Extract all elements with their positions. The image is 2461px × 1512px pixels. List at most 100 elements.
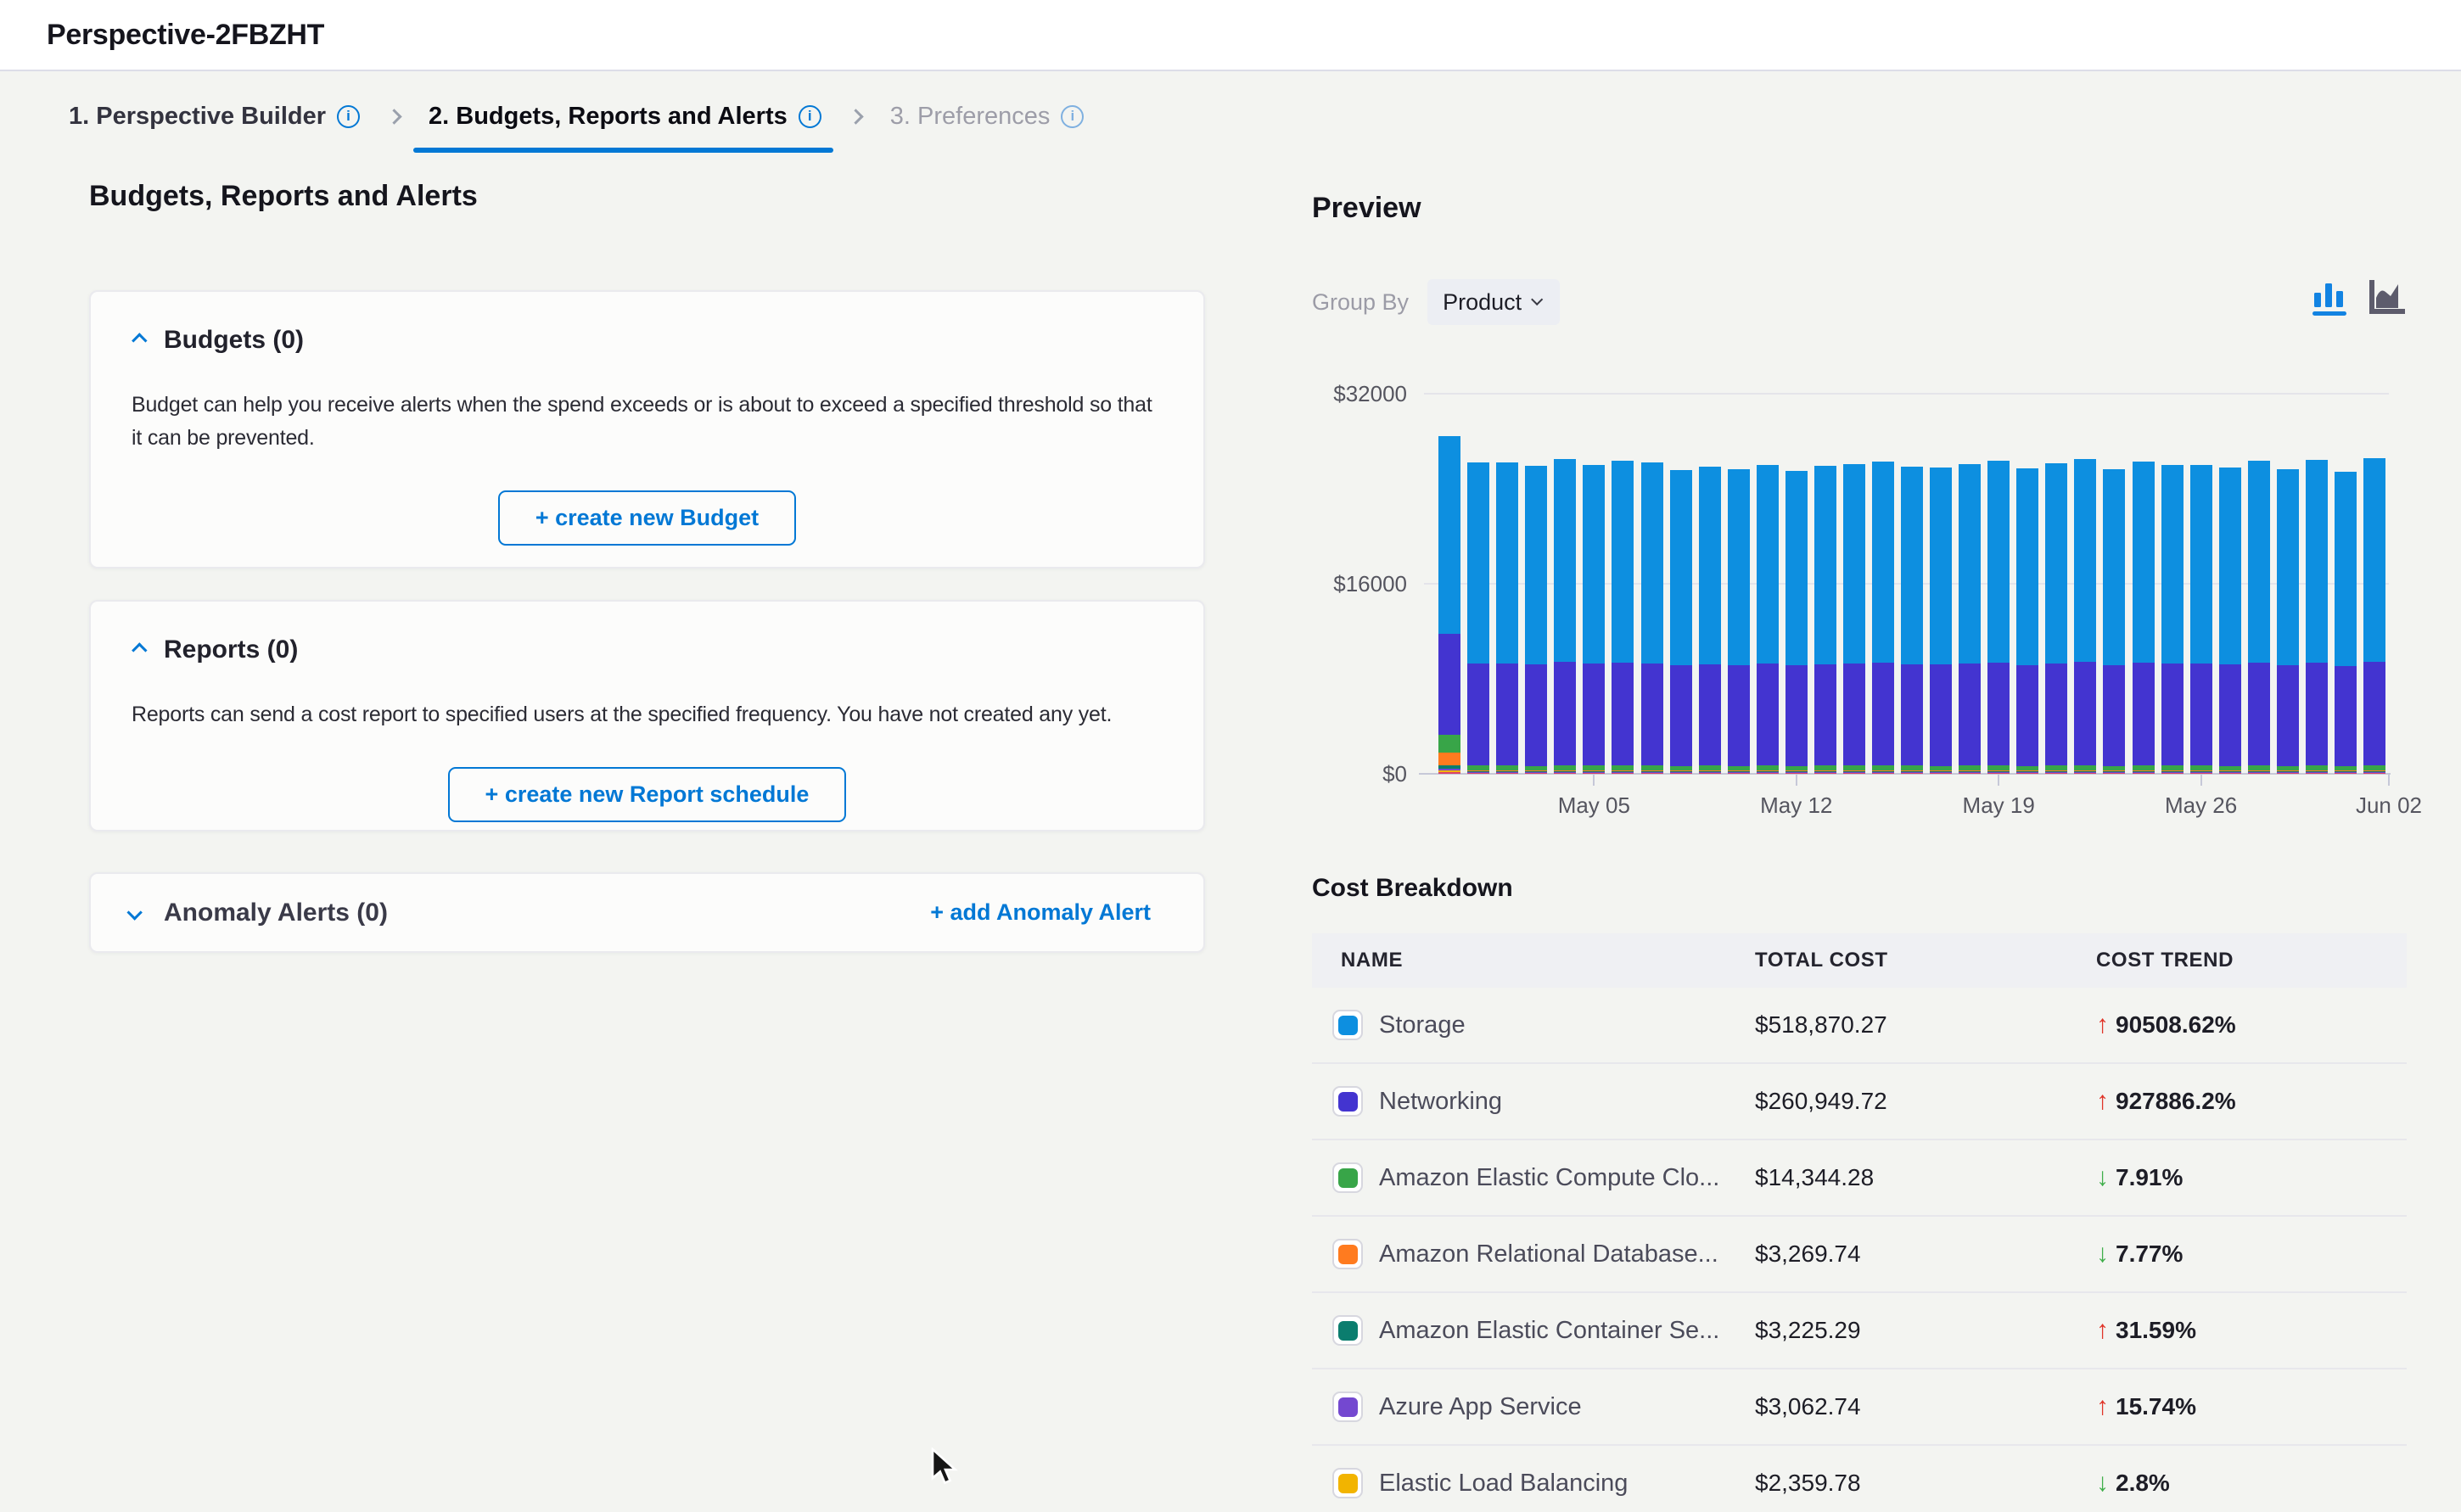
stacked-bar[interactable] <box>2363 458 2385 774</box>
bar-segment-others <box>2161 773 2184 774</box>
bar-segment-others <box>1785 773 1808 774</box>
service-name: Networking <box>1379 1088 1502 1116</box>
table-row[interactable]: Azure App Service$3,062.74↑15.74% <box>1312 1369 2407 1446</box>
bar-segment-others <box>2306 773 2328 774</box>
reports-card-header[interactable]: Reports (0) <box>132 636 1163 664</box>
mouse-cursor <box>928 1448 965 1488</box>
bar-segment-others <box>1959 773 1981 774</box>
trend-value: 2.8% <box>2116 1470 2170 1497</box>
bar-segment-networking <box>1814 664 1836 766</box>
bar-segment-storage <box>1496 462 1518 664</box>
create-budget-button[interactable]: + create new Budget <box>498 490 796 546</box>
stacked-bar[interactable] <box>2219 467 2241 774</box>
trend-up-arrow-icon: ↑ <box>2096 1011 2109 1039</box>
bar-segment-storage <box>2045 463 2067 664</box>
stacked-bar[interactable] <box>2335 472 2357 774</box>
anomaly-alerts-card-header[interactable]: Anomaly Alerts (0) <box>132 899 388 927</box>
info-icon[interactable]: i <box>1061 105 1084 128</box>
bar-segment-networking <box>2045 664 2067 765</box>
stacked-bar[interactable] <box>1438 436 1460 774</box>
chevron-down-icon <box>1535 295 1544 304</box>
bar-chart-icon[interactable] <box>2312 278 2347 317</box>
series-color-swatch <box>1332 1468 1363 1498</box>
bar-segment-storage <box>1438 436 1460 635</box>
x-axis-label: May 26 <box>2133 792 2269 819</box>
bar-segment-storage <box>1785 471 1808 665</box>
stacked-bar[interactable] <box>2161 465 2184 774</box>
stacked-bar[interactable] <box>1930 467 1952 774</box>
stacked-bar[interactable] <box>2016 468 2038 774</box>
stacked-bar[interactable] <box>1728 469 1750 774</box>
info-icon[interactable]: i <box>337 105 360 128</box>
bar-segment-others <box>1814 773 1836 774</box>
cost-trend-cell: ↑15.74% <box>2096 1392 2407 1421</box>
stacked-bar[interactable] <box>1467 462 1489 774</box>
table-row[interactable]: Elastic Load Balancing$2,359.78↓2.8% <box>1312 1446 2407 1512</box>
stacked-bar[interactable] <box>2248 461 2270 774</box>
stacked-bar[interactable] <box>1757 465 1779 774</box>
stacked-bar[interactable] <box>1785 471 1808 774</box>
group-by-select[interactable]: Product <box>1427 279 1560 325</box>
tab-3-preferences[interactable]: 3. Preferencesi <box>890 103 1085 131</box>
stacked-bar[interactable] <box>2133 462 2155 774</box>
stacked-bar[interactable] <box>1525 466 1547 774</box>
stacked-bar[interactable] <box>1814 466 1836 774</box>
x-axis-tick <box>1998 774 1999 786</box>
table-row[interactable]: Amazon Elastic Container Se...$3,225.29↑… <box>1312 1293 2407 1369</box>
stacked-bar[interactable] <box>1872 462 1894 774</box>
total-cost-cell: $518,870.27 <box>1755 1011 2096 1039</box>
stacked-bar[interactable] <box>2103 469 2125 774</box>
stacked-bar[interactable] <box>1641 462 1663 774</box>
y-axis-label: $32000 <box>1312 380 1407 407</box>
stacked-bar[interactable] <box>1699 467 1721 774</box>
cost-trend-cell: ↓2.8% <box>2096 1469 2407 1498</box>
stacked-bar[interactable] <box>2190 465 2212 774</box>
stacked-bar[interactable] <box>1843 464 1865 775</box>
reports-title: Reports (0) <box>164 636 298 664</box>
stacked-bar[interactable] <box>1496 462 1518 774</box>
bar-segment-others <box>1641 773 1663 774</box>
y-axis-label: $16000 <box>1312 570 1407 597</box>
bar-segment-storage <box>1987 461 2010 663</box>
bar-segment-amazon-elastic-compute-cloud <box>1438 735 1460 752</box>
stacked-bar[interactable] <box>2045 463 2067 774</box>
series-color-swatch <box>1332 1392 1363 1422</box>
bar-segment-others <box>1987 773 2010 774</box>
stacked-bar[interactable] <box>1583 465 1605 775</box>
table-row[interactable]: Networking$260,949.72↑927886.2% <box>1312 1064 2407 1140</box>
info-icon[interactable]: i <box>799 105 821 128</box>
add-anomaly-alert-link[interactable]: + add Anomaly Alert <box>930 899 1151 926</box>
create-report-schedule-button[interactable]: + create new Report schedule <box>448 767 847 822</box>
tab-1-perspective-builder[interactable]: 1. Perspective Builderi <box>69 103 360 131</box>
bar-segment-storage <box>2074 459 2096 662</box>
bar-segment-networking <box>1872 663 1894 765</box>
table-row[interactable]: Storage$518,870.27↑90508.62% <box>1312 988 2407 1064</box>
table-row[interactable]: Amazon Relational Database...$3,269.74↓7… <box>1312 1217 2407 1293</box>
stacked-bar[interactable] <box>1612 461 1634 774</box>
bar-segment-networking <box>1987 663 2010 765</box>
stacked-bar[interactable] <box>1670 470 1692 774</box>
budgets-card-header[interactable]: Budgets (0) <box>132 326 1163 355</box>
stacked-bar[interactable] <box>1901 467 1923 774</box>
stacked-bar[interactable] <box>1554 459 1576 775</box>
stacked-bar[interactable] <box>1987 461 2010 774</box>
area-chart-icon[interactable] <box>2368 278 2407 317</box>
group-by-row: Group By Product <box>1312 278 1560 326</box>
chevron-down-icon <box>132 907 145 918</box>
bar-segment-others <box>2277 773 2299 774</box>
bar-segment-networking <box>1930 664 1952 766</box>
bar-segment-storage <box>1757 465 1779 664</box>
anomaly-alerts-title: Anomaly Alerts (0) <box>164 899 388 927</box>
cost-trend-cell: ↑927886.2% <box>2096 1087 2407 1116</box>
stacked-bar[interactable] <box>2306 460 2328 774</box>
stacked-bar[interactable] <box>2074 459 2096 774</box>
group-by-value: Product <box>1443 289 1522 316</box>
table-row[interactable]: Amazon Elastic Compute Clo...$14,344.28↓… <box>1312 1140 2407 1217</box>
stacked-bar[interactable] <box>2277 469 2299 774</box>
x-axis-label: May 12 <box>1729 792 1864 819</box>
tab-2-budgets-reports-and-alerts[interactable]: 2. Budgets, Reports and Alertsi <box>429 103 821 131</box>
stacked-bar[interactable] <box>1959 464 1981 774</box>
window-header: Perspective-2FBZHT <box>0 0 2461 71</box>
name-cell: Storage <box>1312 1010 1755 1040</box>
bar-segment-others <box>2219 773 2241 774</box>
